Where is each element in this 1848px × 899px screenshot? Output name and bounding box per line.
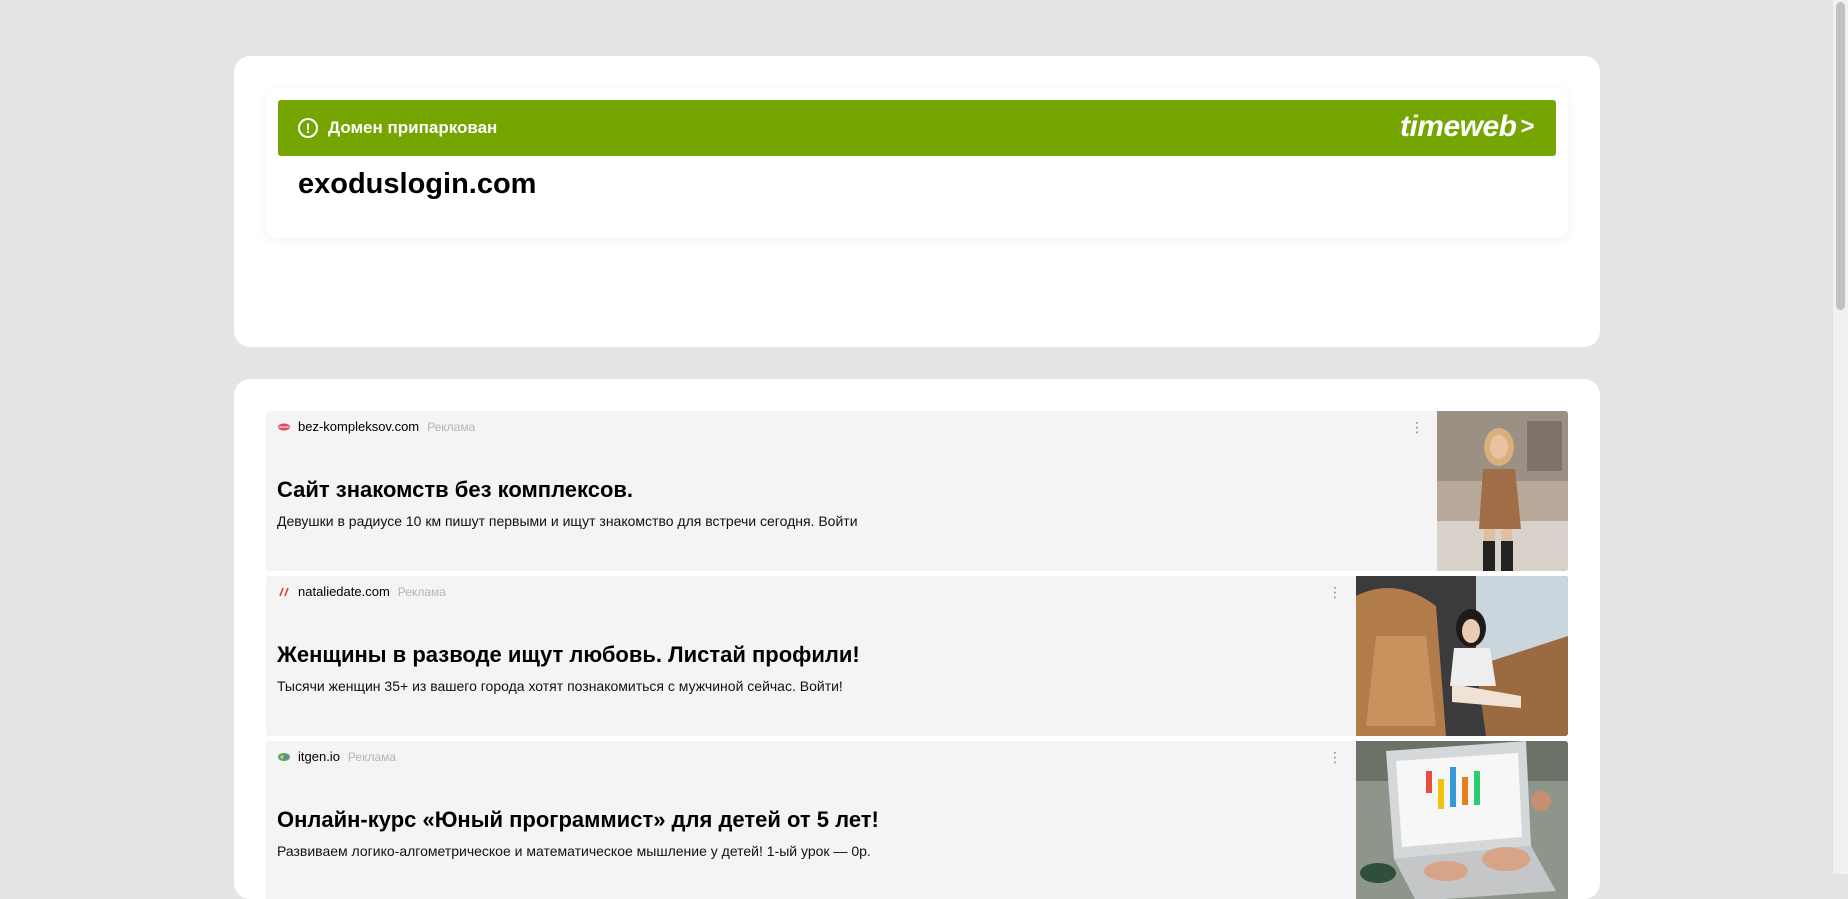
ad-image[interactable] [1437,411,1568,571]
timeweb-logo: timeweb [1399,110,1517,143]
ad-description[interactable]: Развиваем логико-алгометрическое и матем… [277,843,871,859]
ad-source[interactable]: bez-kompleksov.com Реклама [277,419,475,434]
ad-source[interactable]: nataliedate.com Реклама [277,584,446,599]
vertical-scrollbar[interactable] [1833,0,1848,874]
parking-card: ! Домен припаркован timeweb > exoduslogi… [266,88,1568,238]
ad-source[interactable]: itgen.io Реклама [277,749,396,764]
domain-title: exoduslogin.com [298,168,537,200]
timeweb-logo-link[interactable]: timeweb > [1399,110,1535,144]
ad-description[interactable]: Девушки в радиусе 10 км пишут первыми и … [277,513,858,529]
ad-card[interactable]: bez-kompleksov.com Реклама ⋮ Сайт знаком… [266,411,1568,571]
parked-domain-banner: ! Домен припаркован timeweb > [278,100,1556,156]
itgen-logo-icon [278,752,290,761]
more-options-icon[interactable]: ⋮ [1328,749,1342,765]
more-options-icon[interactable]: ⋮ [1410,419,1424,435]
ad-headline[interactable]: Онлайн-курс «Юный программист» для детей… [277,807,879,833]
more-options-icon[interactable]: ⋮ [1328,584,1342,600]
ad-image[interactable] [1356,576,1568,736]
ad-headline[interactable]: Сайт знакомств без комплексов. [277,477,633,503]
exclamation-circle-icon: ! [298,118,318,138]
ad-description[interactable]: Тысячи женщин 35+ из вашего города хотят… [277,678,843,694]
ad-headline[interactable]: Женщины в разводе ищут любовь. Листай пр… [277,642,860,668]
chevron-right-icon: > [1520,113,1534,140]
ad-domain: itgen.io [298,749,340,764]
ad-card[interactable]: nataliedate.com Реклама ⋮ Женщины в разв… [266,576,1568,736]
scrollbar-thumb[interactable] [1836,2,1845,310]
parking-panel: ! Домен припаркован timeweb > exoduslogi… [234,56,1600,347]
ad-label: Реклама [427,419,476,434]
ad-label: Реклама [347,749,397,764]
nataliedate-logo-icon [279,587,289,596]
banner-text: Домен припаркован [328,118,498,137]
ad-domain: bez-kompleksov.com [298,419,420,434]
ad-card[interactable]: itgen.io Реклама ⋮ Онлайн-курс «Юный про… [266,741,1568,899]
ads-panel: bez-kompleksov.com Реклама ⋮ Сайт знаком… [234,379,1600,899]
ad-domain: nataliedate.com [298,584,390,599]
ad-image[interactable] [1356,741,1568,899]
lips-icon [278,423,290,430]
ad-label: Реклама [397,584,446,599]
